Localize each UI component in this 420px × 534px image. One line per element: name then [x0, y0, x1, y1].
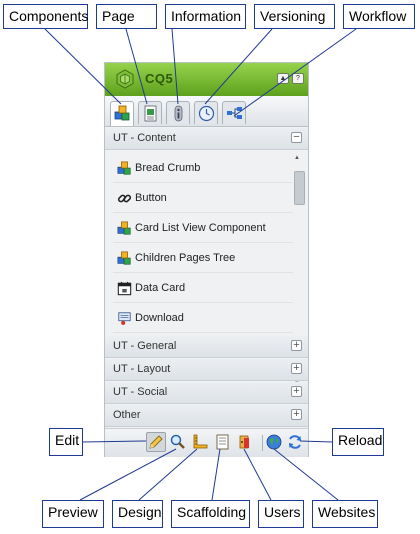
- group-label: UT - Content: [113, 132, 176, 144]
- scaffolding-button[interactable]: [213, 433, 231, 451]
- design-icon: [193, 434, 208, 449]
- group-ut-social[interactable]: UT - Social +: [105, 382, 308, 404]
- callout-design: Design: [112, 500, 163, 528]
- expand-toggle[interactable]: +: [291, 386, 302, 397]
- component-cubes-icon: [117, 161, 131, 175]
- users-icon: [239, 435, 249, 449]
- expand-toggle[interactable]: +: [291, 340, 302, 351]
- tab-workflow[interactable]: [222, 101, 246, 124]
- callout-page: Page: [96, 4, 157, 29]
- sidekick-panel: CQ5 ▲ ? UT - Content − Bread Crumb Butto…: [104, 62, 309, 457]
- versioning-icon: [198, 105, 215, 122]
- tab-components[interactable]: [110, 101, 134, 126]
- group-ut-layout[interactable]: UT - Layout +: [105, 359, 308, 381]
- group-label: Other: [113, 409, 141, 421]
- reload-button[interactable]: [286, 433, 304, 451]
- tab-page[interactable]: [138, 101, 162, 124]
- edit-icon: [149, 435, 163, 449]
- edit-button[interactable]: [146, 432, 166, 452]
- component-label: Children Pages Tree: [135, 252, 236, 264]
- component-children-pages-tree[interactable]: Children Pages Tree: [113, 245, 293, 273]
- websites-icon: [266, 434, 282, 450]
- collapse-button[interactable]: ▲: [277, 73, 289, 84]
- bottom-toolbar: [105, 428, 308, 457]
- expand-toggle[interactable]: +: [291, 409, 302, 420]
- information-icon: [174, 105, 183, 122]
- component-bread-crumb[interactable]: Bread Crumb: [113, 155, 293, 183]
- callout-reload: Reload: [332, 428, 384, 456]
- components-icon: [114, 105, 130, 121]
- scroll-up-arrow[interactable]: ▲: [294, 155, 300, 161]
- cq-logo-icon: [116, 69, 134, 89]
- title-bar: CQ5 ▲ ?: [105, 63, 308, 97]
- component-label: Download: [135, 312, 184, 324]
- callout-websites: Websites: [312, 500, 378, 528]
- component-label: Bread Crumb: [135, 162, 201, 174]
- component-label: Card List View Component: [135, 222, 266, 234]
- workflow-icon: [227, 107, 242, 119]
- component-label: Button: [135, 192, 167, 204]
- page-icon: [144, 105, 157, 122]
- users-button[interactable]: [235, 433, 253, 451]
- callout-components: Components: [3, 4, 88, 29]
- preview-button[interactable]: [169, 433, 187, 451]
- reload-icon: [289, 435, 301, 449]
- group-other[interactable]: Other +: [105, 405, 308, 427]
- component-button[interactable]: Button: [113, 185, 293, 213]
- websites-button[interactable]: [265, 433, 283, 451]
- callout-preview: Preview: [42, 500, 104, 528]
- component-label: Data Card: [135, 282, 186, 294]
- component-cubes-icon: [117, 221, 131, 235]
- toolbar-separator: [262, 435, 263, 451]
- link-icon: [117, 194, 132, 203]
- scaffolding-icon: [216, 434, 229, 450]
- expand-toggle[interactable]: +: [291, 363, 302, 374]
- callout-workflow: Workflow: [343, 4, 415, 29]
- component-download[interactable]: Download: [113, 305, 293, 333]
- group-label: UT - Social: [113, 386, 168, 398]
- component-cubes-icon: [117, 251, 131, 265]
- group-label: UT - Layout: [113, 363, 171, 375]
- tab-information[interactable]: [166, 101, 190, 124]
- sidekick-title: CQ5: [145, 71, 174, 86]
- scroll-thumb[interactable]: [294, 171, 305, 205]
- callout-versioning: Versioning: [254, 4, 335, 29]
- help-button[interactable]: ?: [292, 73, 304, 84]
- component-card-list-view[interactable]: Card List View Component: [113, 215, 293, 243]
- component-data-card[interactable]: Data Card: [113, 275, 293, 303]
- callout-edit: Edit: [49, 428, 83, 456]
- group-ut-general[interactable]: UT - General +: [105, 336, 308, 358]
- tab-strip: [105, 96, 308, 127]
- download-icon: [118, 312, 131, 325]
- callout-users: Users: [258, 500, 304, 528]
- group-ut-content[interactable]: UT - Content −: [105, 128, 308, 150]
- callout-information: Information: [165, 4, 246, 29]
- design-button[interactable]: [191, 433, 209, 451]
- tab-versioning[interactable]: [194, 101, 218, 124]
- preview-icon: [170, 434, 185, 449]
- group-label: UT - General: [113, 340, 177, 352]
- callout-scaffolding: Scaffolding: [171, 500, 250, 528]
- collapse-toggle[interactable]: −: [291, 132, 302, 143]
- calendar-icon: [117, 281, 132, 296]
